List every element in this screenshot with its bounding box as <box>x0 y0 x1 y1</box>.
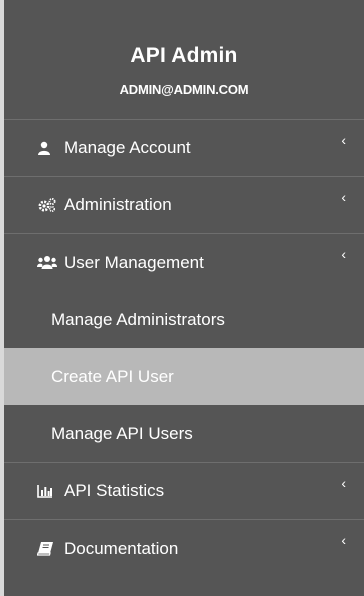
menu-item-manage-account[interactable]: Manage Account ‹ <box>4 120 364 177</box>
menu-item-administration[interactable]: Administration ‹ <box>4 177 364 234</box>
submenu-item-manage-api-users[interactable]: Manage API Users <box>4 405 364 462</box>
bar-chart-icon <box>37 484 57 498</box>
app-title: API Admin <box>130 44 238 67</box>
chevron-left-icon: ‹ <box>341 246 346 262</box>
menu-label: Documentation <box>64 538 179 558</box>
menu-label: Administration <box>64 195 172 214</box>
user-email: ADMIN@ADMIN.COM <box>119 82 249 97</box>
book-icon <box>37 541 57 556</box>
sidebar-header: API Admin ADMIN@ADMIN.COM <box>4 0 364 120</box>
submenu-item-create-api-user[interactable]: Create API User <box>4 348 364 405</box>
sidebar: API Admin ADMIN@ADMIN.COM Manage Account… <box>0 0 364 596</box>
menu-label: API Statistics <box>64 481 165 500</box>
cogs-icon <box>37 197 57 213</box>
menu-item-user-management[interactable]: User Management ‹ <box>4 234 364 291</box>
chevron-left-icon: ‹ <box>341 189 346 205</box>
menu-item-documentation[interactable]: Documentation ‹ <box>4 520 364 577</box>
submenu-item-manage-administrators[interactable]: Manage Administrators <box>4 291 364 348</box>
chevron-left-icon: ‹ <box>341 132 346 148</box>
menu-label: User Management <box>64 252 204 272</box>
user-management-submenu: Manage Administrators Create API User Ma… <box>4 291 364 463</box>
menu-label: Manage Account <box>64 138 191 157</box>
user-icon <box>37 141 57 155</box>
users-icon <box>37 255 57 270</box>
chevron-left-icon: ‹ <box>341 532 346 548</box>
menu-item-api-statistics[interactable]: API Statistics ‹ <box>4 463 364 520</box>
chevron-left-icon: ‹ <box>341 475 346 491</box>
